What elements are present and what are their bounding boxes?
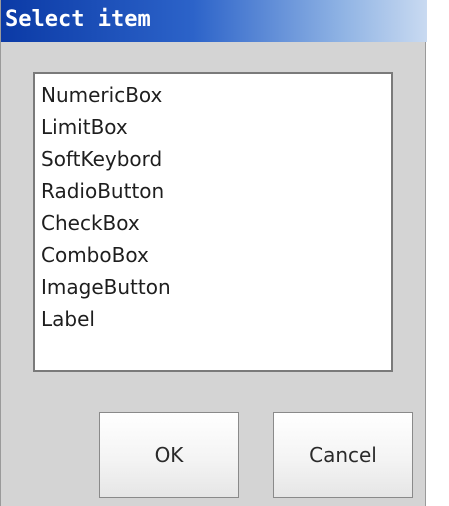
item-list[interactable]: NumericBox LimitBox SoftKeybord RadioBut… [33,72,393,372]
list-item-label[interactable]: Label [41,304,95,334]
dialog-titlebar[interactable]: Select item [1,0,427,42]
list-item-checkbox[interactable]: CheckBox [41,208,140,238]
dialog-title: Select item [5,7,151,32]
list-item-limitbox[interactable]: LimitBox [41,112,128,142]
list-item-combobox[interactable]: ComboBox [41,240,149,270]
list-item-imagebutton[interactable]: ImageButton [41,272,171,302]
list-item-softkeybord[interactable]: SoftKeybord [41,144,162,174]
select-item-dialog: Select item NumericBox LimitBox SoftKeyb… [0,0,427,506]
list-item-radiobutton[interactable]: RadioButton [41,176,164,206]
cancel-button[interactable]: Cancel [273,412,413,498]
list-item-numericbox[interactable]: NumericBox [41,80,162,110]
ok-button[interactable]: OK [99,412,239,498]
